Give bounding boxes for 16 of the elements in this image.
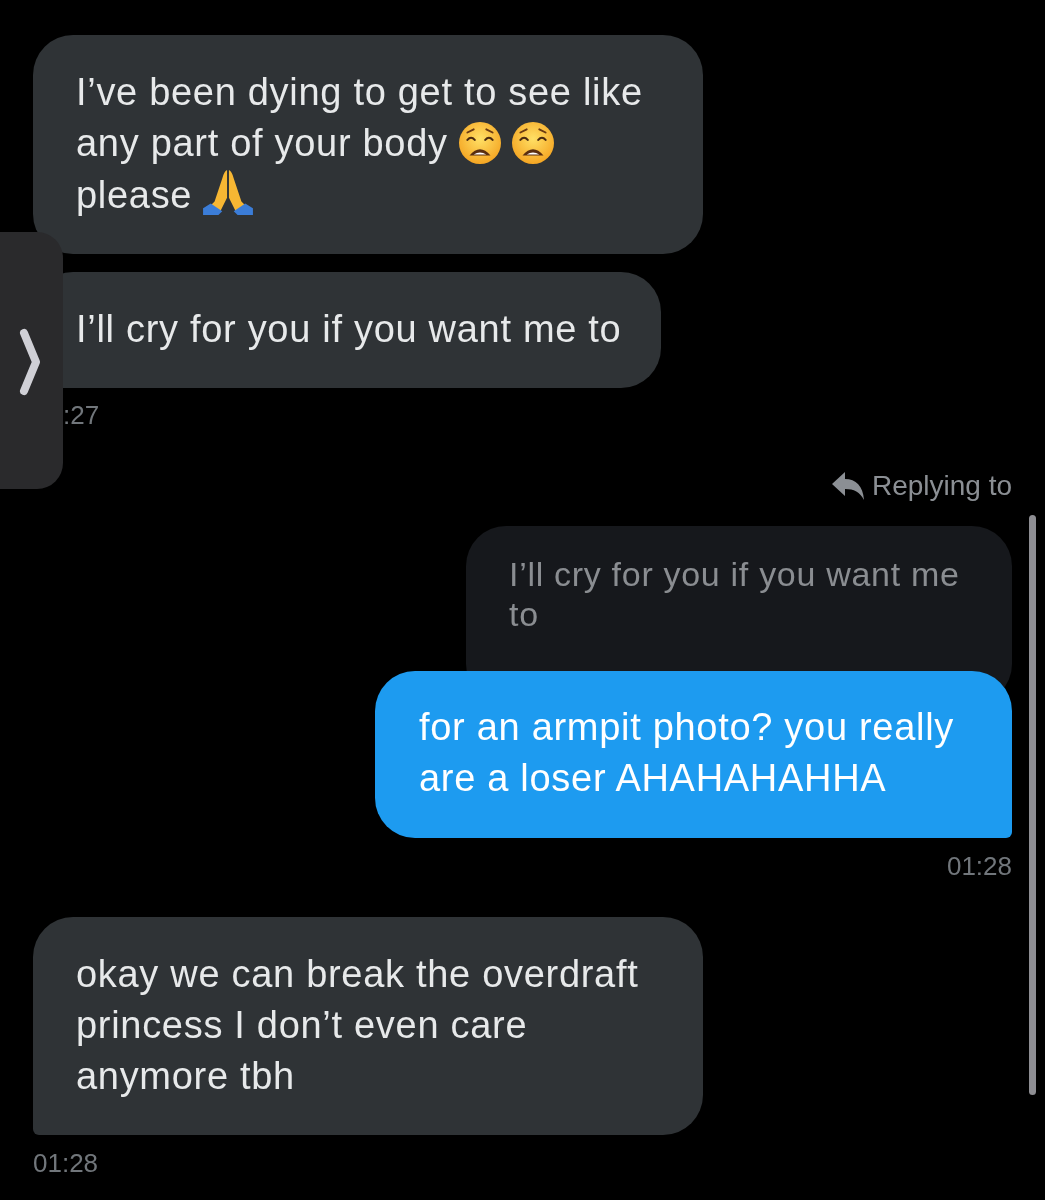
- folded-hands-icon: [203, 169, 254, 215]
- message-time: 01:28: [946, 851, 1012, 881]
- weary-face-icon: [512, 122, 555, 164]
- message-text: for an armpit photo? you really are a loser AHAHAHAHHA: [419, 706, 954, 799]
- message-time: :27: [63, 400, 100, 430]
- message-text: any part of your body: [76, 122, 448, 164]
- replying-to-label: Replying to: [871, 470, 1012, 502]
- message-text: please: [76, 174, 193, 216]
- message-text: I’ll cry for you if you want me to: [76, 308, 622, 350]
- expand-tab[interactable]: [0, 232, 63, 489]
- reply-arrow-icon: [831, 472, 864, 500]
- message-time: 01:28: [33, 1148, 99, 1178]
- weary-face-icon: [458, 122, 501, 164]
- message-text: I’ve been dying to get to see like: [76, 71, 643, 113]
- scrollbar-thumb[interactable]: [1029, 515, 1036, 1095]
- message-text: okay we can break the overdraft princess I don’t even care anymore tbh: [76, 953, 639, 1097]
